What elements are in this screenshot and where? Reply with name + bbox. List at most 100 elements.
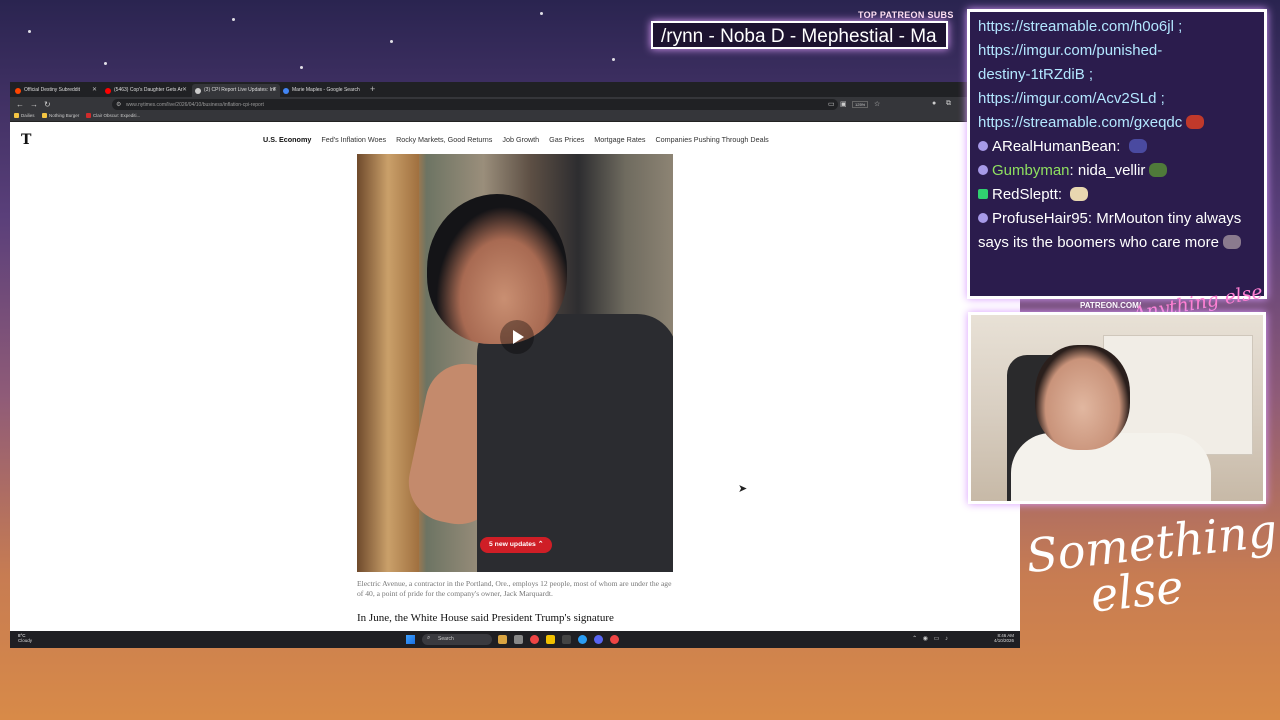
nav-companies-deals[interactable]: Companies Pushing Through Deals <box>655 135 768 144</box>
close-icon[interactable]: ✕ <box>272 86 277 93</box>
tab-label: Marie Maples - Google Search <box>292 87 360 93</box>
windows-taskbar: 8°C Cloudy ⌕ Search ⌃ ◉ ▭ ♪ 8:46 AM 4/10… <box>10 631 1020 648</box>
bookmarks-bar: Dailies Nothing Burger Clair Obscur: Exp… <box>10 112 1020 122</box>
play-icon[interactable] <box>500 320 534 354</box>
chat-username[interactable]: Gumbyman <box>992 162 1070 179</box>
nyt-favicon-icon <box>195 88 201 94</box>
streamer-head <box>1035 345 1130 450</box>
chat-emote-icon <box>1222 235 1241 249</box>
tab-google-search[interactable]: Marie Maples - Google Search <box>280 84 368 97</box>
chat-message: RedSleptt: <box>978 183 1256 207</box>
chat-link[interactable]: https://streamable.com/gxeqdc <box>978 111 1256 135</box>
nyt-logo[interactable]: T <box>21 132 31 148</box>
chat-link[interactable]: destiny-1tRZdiB ; <box>978 63 1256 87</box>
article-video-photo[interactable] <box>357 154 673 572</box>
task-view-icon[interactable] <box>514 635 523 644</box>
chat-link[interactable]: https://imgur.com/punished- <box>978 39 1256 63</box>
section-nav: U.S. Economy Fed's Inflation Woes Rocky … <box>263 135 769 144</box>
windows-start-icon[interactable] <box>406 635 415 644</box>
google-icon <box>283 88 289 94</box>
zoom-badge[interactable]: 125% <box>852 101 869 108</box>
ticker-text: /rynn - Noba D - Mephestial - Ma <box>661 26 937 47</box>
chrome-icon[interactable] <box>610 635 619 644</box>
nav-gas-prices[interactable]: Gas Prices <box>549 135 584 144</box>
nav-mortgage-rates[interactable]: Mortgage Rates <box>594 135 645 144</box>
photo-caption: Electric Avenue, a contractor in the Por… <box>357 579 672 598</box>
worker-head <box>427 194 567 344</box>
taskbar-search-placeholder: Search <box>438 636 454 642</box>
screen-icon[interactable]: ▣ <box>840 100 847 108</box>
system-tray-icons[interactable]: ⌃ ◉ ▭ ♪ <box>912 635 950 642</box>
discord-icon[interactable] <box>594 635 603 644</box>
new-updates-button[interactable]: 5 new updates ⌃ <box>480 537 553 553</box>
close-icon[interactable]: ✕ <box>92 86 97 93</box>
forward-arrow-icon[interactable]: → <box>30 100 38 109</box>
close-icon[interactable]: ✕ <box>182 86 187 93</box>
wooden-post <box>357 154 419 572</box>
chat-username[interactable]: RedSleptt <box>992 186 1058 203</box>
chat-username[interactable]: ProfuseHair95 <box>992 210 1088 227</box>
folder-icon <box>14 113 19 118</box>
tab-youtube-video[interactable]: (5463) Cop's Daughter Gets Ar ✕ <box>102 84 190 97</box>
url-text: www.nytimes.com/live/2026/04/10/business… <box>126 102 264 108</box>
url-field[interactable]: ⚙ www.nytimes.com/live/2026/04/10/busine… <box>112 99 838 110</box>
patreon-ticker: /rynn - Noba D - Mephestial - Ma <box>651 21 948 49</box>
something-else-logo: Something else <box>1023 503 1280 623</box>
install-icon[interactable]: ▭ <box>828 100 835 108</box>
chat-message: ARealHumanBean: <box>978 135 1256 159</box>
widgets-app-icon[interactable] <box>498 635 507 644</box>
search-icon: ⌕ <box>427 635 431 641</box>
nav-rocky-markets[interactable]: Rocky Markets, Good Returns <box>396 135 492 144</box>
chat-emote-icon <box>1149 163 1168 177</box>
clock[interactable]: 8:46 AM 4/10/2026 <box>994 633 1014 643</box>
chat-message: Gumbyman: nida_vellir <box>978 159 1256 183</box>
back-arrow-icon[interactable]: ← <box>16 100 24 109</box>
article-page: T U.S. Economy Fed's Inflation Woes Rock… <box>10 122 1020 624</box>
clock-date: 4/10/2026 <box>993 638 1014 643</box>
chat-badge-icon <box>978 165 988 175</box>
steam-icon[interactable] <box>578 635 587 644</box>
nav-us-economy[interactable]: U.S. Economy <box>263 135 311 144</box>
reddit-icon <box>15 88 21 94</box>
chat-link[interactable]: https://imgur.com/Acv2SLd ; <box>978 87 1256 111</box>
browser-app-icon[interactable] <box>530 635 539 644</box>
weather-desc: Cloudy <box>18 638 33 643</box>
puzzle-icon[interactable]: ⧉ <box>946 100 951 108</box>
bookmark-favicon-icon <box>86 113 91 118</box>
tab-strip: Official Destiny Subreddit ✕ (5463) Cop'… <box>10 82 1020 97</box>
terminal-app-icon[interactable] <box>562 635 571 644</box>
bookmark-dailies[interactable]: Dailies <box>14 113 35 118</box>
pepe-emote-icon <box>1186 115 1205 129</box>
site-info-icon[interactable]: ⚙ <box>116 101 121 108</box>
youtube-icon <box>105 88 111 94</box>
bookmark-nothing-burger[interactable]: Nothing Burger <box>42 113 79 118</box>
chat-username[interactable]: ARealHumanBean <box>992 138 1116 155</box>
article-paragraph: In June, the White House said President … <box>357 612 614 624</box>
worker-shirt <box>477 314 673 572</box>
address-bar-row: ← → ↻ ⚙ www.nytimes.com/live/2026/04/10/… <box>10 97 1020 112</box>
chat-emote-icon <box>1070 187 1089 201</box>
extension-icon[interactable]: ● <box>932 100 936 107</box>
file-explorer-icon[interactable] <box>546 635 555 644</box>
chat-link[interactable]: https://streamable.com/h0o6jl ; <box>978 15 1256 39</box>
browser-window: Official Destiny Subreddit ✕ (5463) Cop'… <box>10 82 1020 648</box>
reload-icon[interactable]: ↻ <box>44 100 51 109</box>
chat-badge-icon <box>978 141 988 151</box>
tab-cpi-report[interactable]: (3) CPI Report Live Updates: Inf ✕ <box>192 84 280 97</box>
taskbar-search[interactable]: ⌕ Search <box>422 634 492 645</box>
nav-job-growth[interactable]: Job Growth <box>502 135 539 144</box>
mouse-cursor-icon: ➤ <box>738 483 748 495</box>
tab-label: (3) CPI Report Live Updates: Inf <box>204 87 276 93</box>
chat-message: ProfuseHair95: MrMouton tiny always says… <box>978 210 1242 251</box>
chat-panel: https://streamable.com/h0o6jl ; https://… <box>967 9 1267 299</box>
top-patreon-subs-label: TOP PATREON SUBS <box>858 10 954 20</box>
new-tab-button[interactable]: + <box>370 84 375 94</box>
bookmark-clair-obscur[interactable]: Clair Obscur: Expediti... <box>86 113 140 118</box>
nav-fed-inflation-woes[interactable]: Fed's Inflation Woes <box>321 135 386 144</box>
star-icon[interactable]: ☆ <box>874 100 880 108</box>
weather-widget[interactable]: 8°C Cloudy <box>18 633 32 643</box>
kick-badge-icon <box>978 189 988 199</box>
chat-badge-icon <box>978 213 988 223</box>
chat-text: nida_vellir <box>1077 162 1146 179</box>
tab-destiny-subreddit[interactable]: Official Destiny Subreddit ✕ <box>12 84 100 97</box>
